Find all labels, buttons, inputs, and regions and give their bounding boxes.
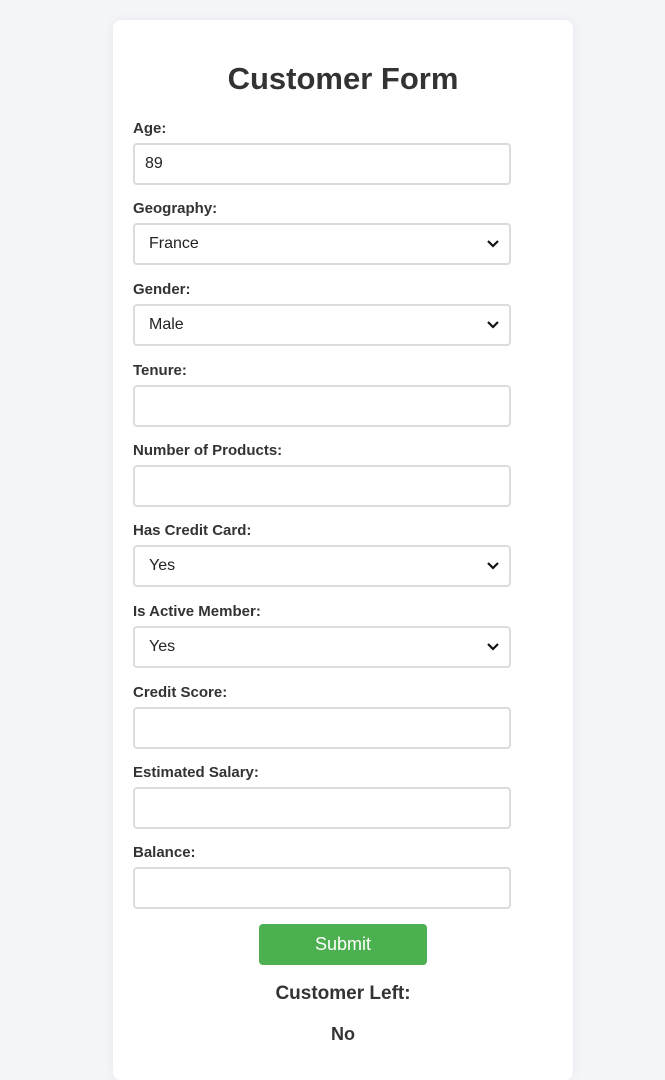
age-input[interactable] [133,143,511,185]
estimated-salary-input[interactable] [133,787,511,829]
num-products-input[interactable] [133,465,511,507]
tenure-label: Tenure: [133,362,187,379]
gender-label: Gender: [133,281,191,298]
customer-form-card: Customer Form Age: Geography: France Gen… [113,20,573,1080]
credit-score-input[interactable] [133,707,511,749]
balance-input[interactable] [133,867,511,909]
gender-selected-value: Male [149,316,184,333]
chevron-down-icon [487,321,499,329]
submit-button[interactable]: Submit [259,924,427,965]
has-credit-card-select[interactable]: Yes [133,545,511,587]
chevron-down-icon [487,562,499,570]
result-value: No [331,1024,355,1044]
num-products-label: Number of Products: [133,442,283,459]
has-credit-card-label: Has Credit Card: [133,522,252,539]
is-active-member-label: Is Active Member: [133,603,261,620]
chevron-down-icon [487,240,499,248]
has-credit-card-selected-value: Yes [149,557,176,574]
age-label: Age: [133,120,167,137]
chevron-down-icon [487,643,499,651]
balance-label: Balance: [133,844,196,861]
result-heading: Customer Left: [275,983,411,1004]
estimated-salary-label: Estimated Salary: [133,764,259,781]
gender-select[interactable]: Male [133,304,511,346]
geography-select[interactable]: France [133,223,511,265]
is-active-member-selected-value: Yes [149,638,176,655]
page-title: Customer Form [227,61,459,96]
credit-score-label: Credit Score: [133,684,228,701]
geography-selected-value: France [149,235,199,252]
tenure-input[interactable] [133,385,511,427]
geography-label: Geography: [133,200,218,217]
is-active-member-select[interactable]: Yes [133,626,511,668]
